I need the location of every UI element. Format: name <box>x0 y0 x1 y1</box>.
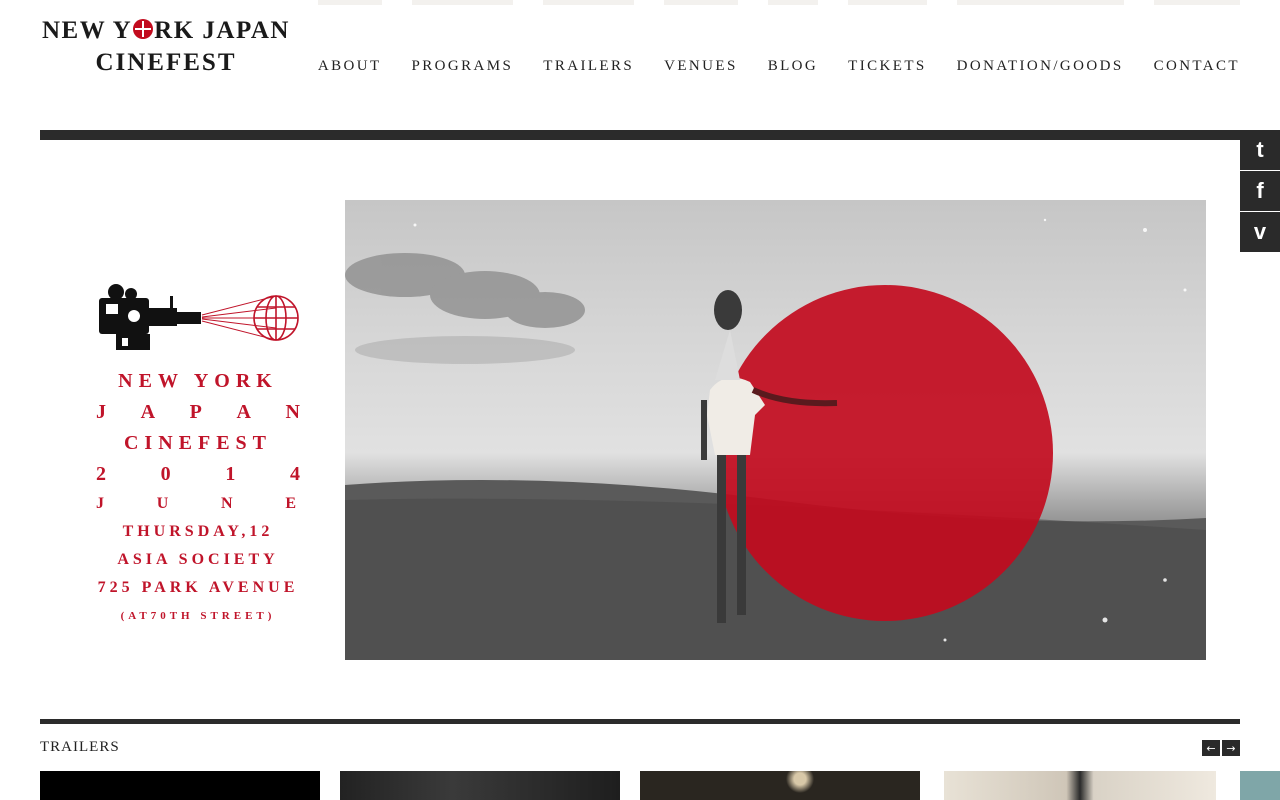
vimeo-icon: v <box>1253 219 1267 244</box>
hero-photo <box>345 218 1206 660</box>
nav-tab-marker <box>411 0 514 5</box>
nav-donation-goods[interactable]: DONATION/GOODS <box>956 0 1124 75</box>
nav-blog[interactable]: BLOG <box>767 0 819 75</box>
arrow-right-icon: → <box>1226 741 1236 755</box>
nav-tab-marker <box>848 0 927 5</box>
poster-month: JUNE <box>96 495 300 512</box>
film-camera-icon <box>99 284 299 350</box>
trailers-divider <box>40 719 1240 724</box>
nav-tab-marker <box>664 0 738 5</box>
nav-venues[interactable]: VENUES <box>664 0 738 75</box>
twitter-button[interactable]: t <box>1240 130 1280 170</box>
poster-year: 2014 <box>96 463 300 485</box>
trailer-thumbnail[interactable] <box>944 771 1216 800</box>
poster-date: THURSDAY,12 <box>122 523 274 540</box>
poster-venue: ASIA SOCIETY <box>117 551 279 568</box>
festival-poster: NEW YORK JAPAN CINEFEST 2014 JUNE THURSD… <box>96 282 300 630</box>
nav-tickets[interactable]: TICKETS <box>848 0 927 75</box>
trailers-next-button[interactable]: → <box>1222 740 1240 756</box>
nav-tab-marker <box>1153 0 1240 5</box>
trailer-thumbnail[interactable] <box>40 771 320 800</box>
trailer-thumbnail[interactable] <box>1240 771 1280 800</box>
facebook-button[interactable]: f <box>1240 171 1280 211</box>
globe-icon <box>133 19 154 39</box>
facebook-icon: f <box>1256 178 1264 203</box>
vimeo-button[interactable]: v <box>1240 212 1280 252</box>
site-logo[interactable]: NEW Y RK JAPAN CINEFEST <box>40 16 292 80</box>
poster-cinefest: CINEFEST <box>123 432 273 454</box>
nav-tab-marker <box>956 0 1124 5</box>
twitter-icon: t <box>1256 137 1264 162</box>
trailers-heading: TRAILERS <box>40 739 120 755</box>
nav-programs[interactable]: PROGRAMS <box>411 0 514 75</box>
poster-japan: JAPAN <box>96 401 300 423</box>
trailer-thumbnail[interactable] <box>340 771 620 800</box>
header-divider <box>40 130 1240 140</box>
nav-contact[interactable]: CONTACT <box>1153 0 1240 75</box>
poster-address: 725 PARK AVENUE <box>97 579 299 596</box>
trailers-prev-button[interactable]: ← <box>1202 740 1220 756</box>
trailer-thumbnail[interactable] <box>640 771 920 800</box>
nav-tab-marker <box>317 0 382 5</box>
logo-title-line1: NEW Y RK JAPAN <box>42 17 290 44</box>
poster-cross-street: (AT70TH STREET) <box>120 610 276 622</box>
poster-new-york: NEW YORK <box>118 370 278 392</box>
hero-image[interactable] <box>345 200 1206 660</box>
arrow-left-icon: ← <box>1206 741 1216 755</box>
nav-trailers[interactable]: TRAILERS <box>543 0 635 75</box>
nav-about[interactable]: ABOUT <box>317 0 382 75</box>
social-links: t f v <box>1240 130 1280 253</box>
nav-tab-marker <box>543 0 635 5</box>
main-nav: ABOUT PROGRAMS TRAILERS VENUES BLOG TICK… <box>288 0 1240 75</box>
nav-tab-marker <box>767 0 819 5</box>
logo-title-line2: CINEFEST <box>95 49 237 76</box>
